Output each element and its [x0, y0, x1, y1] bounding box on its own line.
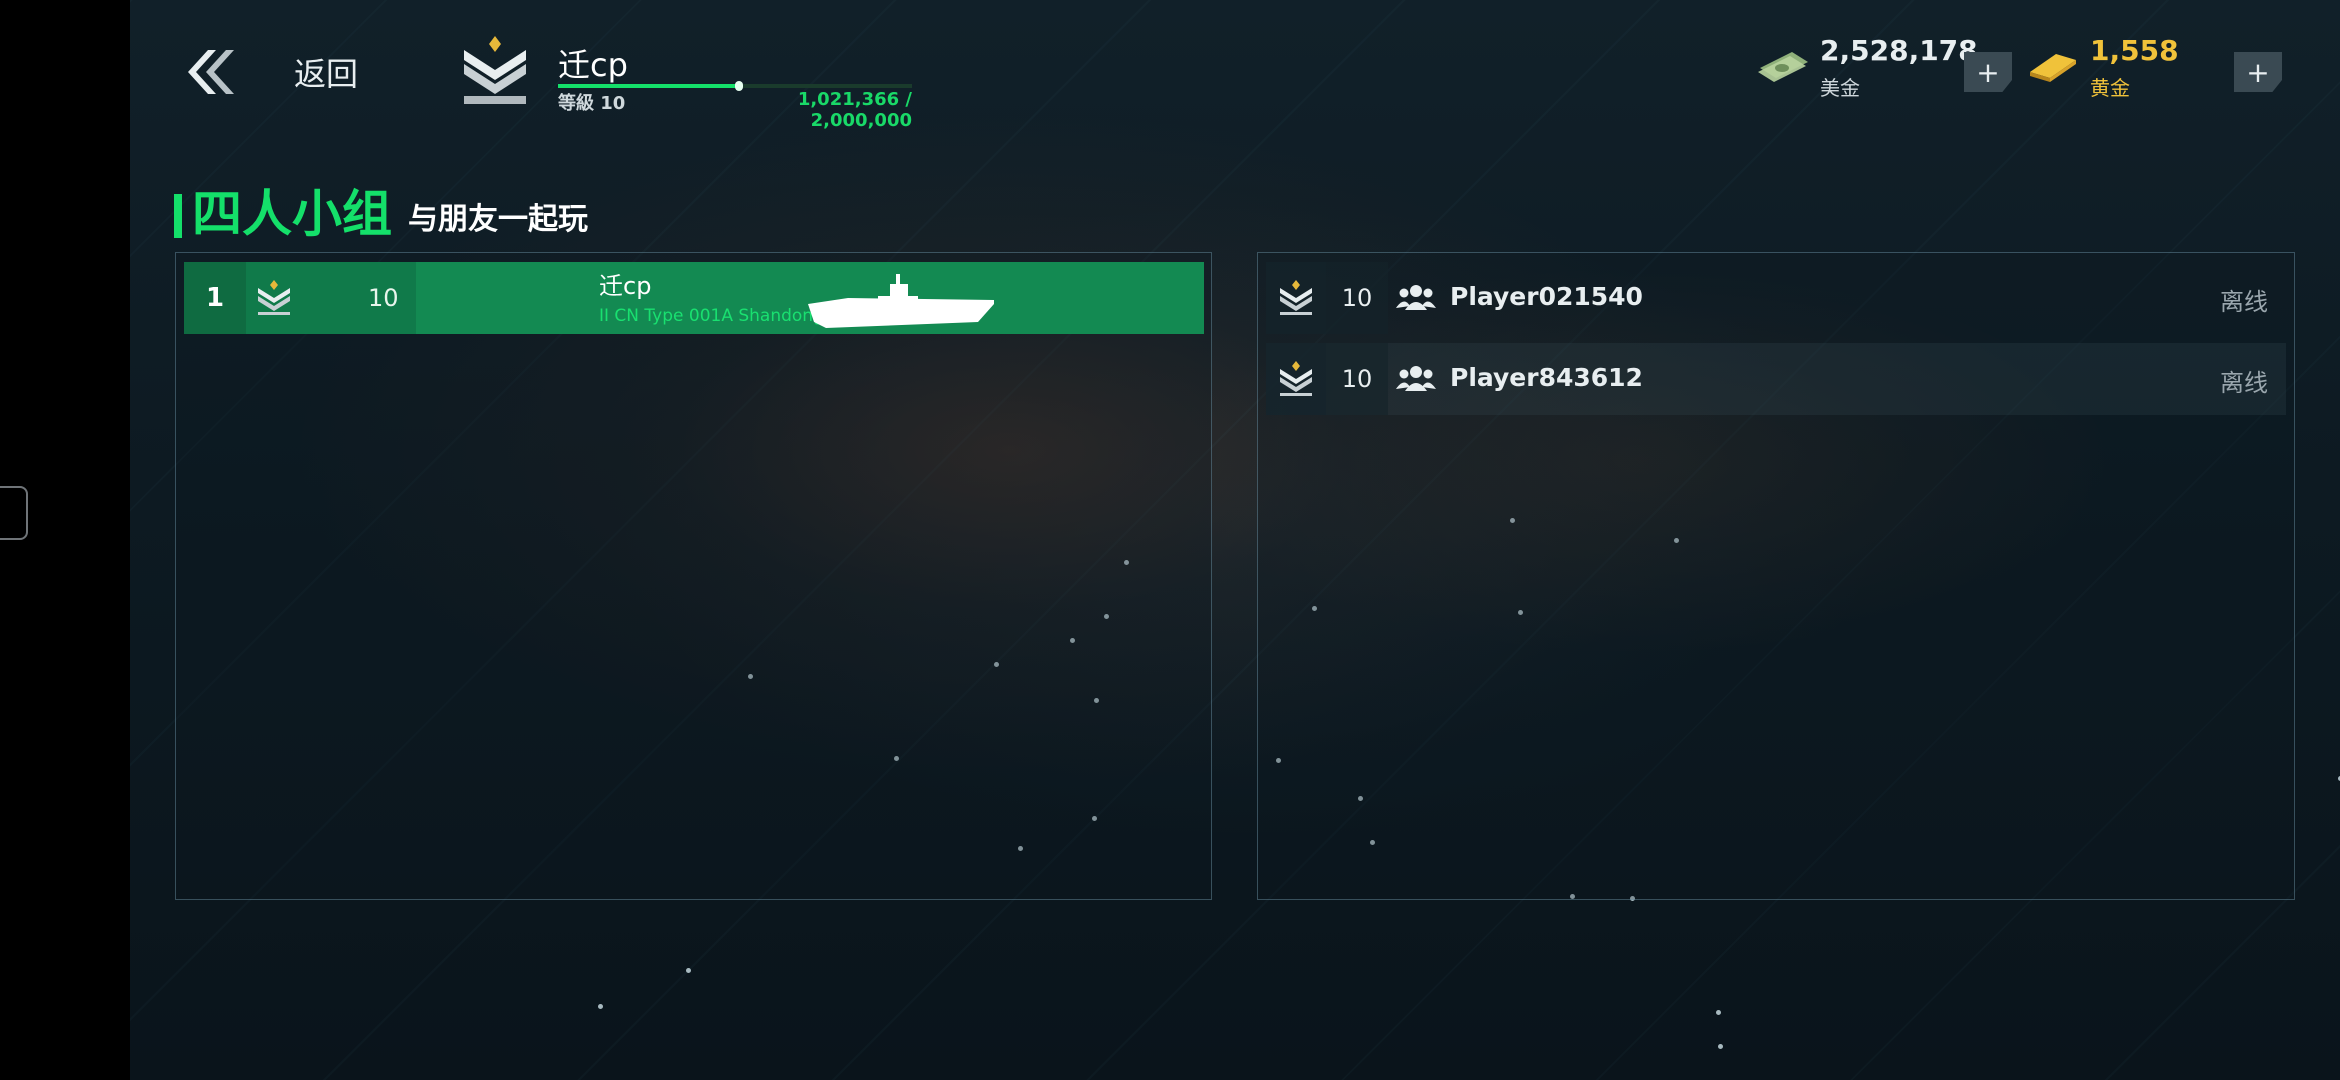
player-level: 等級 10 — [558, 93, 626, 114]
friends-group-icon — [1396, 366, 1436, 391]
add-gold-button[interactable]: + — [2234, 52, 2282, 92]
currency-gold: 1,558 黄金 — [2026, 34, 2186, 100]
team-panel: 1 10 迁cp II CN Type 001A Shandong — [175, 252, 1212, 900]
member-ship-name: II CN Type 001A Shandong — [599, 306, 824, 326]
cash-label: 美金 — [1820, 76, 1860, 100]
friend-status: 离线 — [2220, 369, 2268, 397]
friend-rank — [1266, 343, 1326, 415]
back-label: 返回 — [294, 55, 359, 93]
friend-row[interactable]: 10 Player843612 离线 — [1266, 343, 2286, 415]
friend-rank — [1266, 262, 1326, 334]
gold-bar-icon — [2030, 54, 2076, 82]
friend-row[interactable]: 10 Player021540 离线 — [1266, 262, 2286, 334]
left-black-bar — [0, 0, 130, 1080]
section-header: 四人小组 与朋友一起玩 — [174, 182, 588, 244]
rank-insignia-icon — [1280, 280, 1312, 315]
section-title: 四人小组 — [192, 185, 392, 243]
member-level: 10 — [368, 284, 399, 312]
rank-insignia-icon — [258, 280, 290, 315]
member-rank: 10 — [246, 262, 416, 334]
title-accent-bar — [174, 194, 182, 238]
currency-cash: 2,528,178 美金 — [1756, 34, 1978, 100]
friend-name: Player843612 — [1450, 363, 1643, 392]
add-cash-button[interactable]: + — [1964, 52, 2012, 92]
xp-value: 1,021,366 / 2,000,000 — [797, 89, 912, 131]
side-notch — [0, 486, 28, 540]
particle — [598, 1004, 603, 1009]
friend-level: 10 — [1326, 343, 1388, 415]
gold-label: 黄金 — [2090, 76, 2130, 100]
particle — [1716, 1010, 1721, 1015]
rank-insignia-icon — [464, 36, 526, 104]
friend-level: 10 — [1326, 262, 1388, 334]
member-name: 迁cp — [599, 272, 652, 300]
player-name: 迁cp — [558, 46, 628, 84]
friends-panel: 10 Player021540 离线 10 Player843612 离线 — [1257, 252, 2295, 900]
back-button[interactable]: 返回 — [182, 44, 412, 100]
particle — [1718, 1044, 1723, 1049]
section-subtitle: 与朋友一起玩 — [408, 202, 588, 237]
rank-insignia-icon — [1280, 361, 1312, 396]
cash-icon — [1758, 52, 1808, 82]
slot-number: 1 — [184, 262, 246, 334]
friends-group-icon — [1396, 285, 1436, 310]
friend-status: 离线 — [2220, 288, 2268, 316]
carrier-silhouette-icon — [808, 274, 994, 328]
friend-name: Player021540 — [1450, 282, 1643, 311]
gold-value: 1,558 — [2090, 34, 2179, 67]
xp-progress-bar — [558, 81, 912, 91]
team-member-row[interactable]: 1 10 迁cp II CN Type 001A Shandong — [184, 262, 1204, 334]
particle — [686, 968, 691, 973]
xp-progress-fill — [558, 84, 739, 88]
cash-value: 2,528,178 — [1820, 34, 1978, 67]
double-chevron-left-icon — [188, 50, 234, 94]
